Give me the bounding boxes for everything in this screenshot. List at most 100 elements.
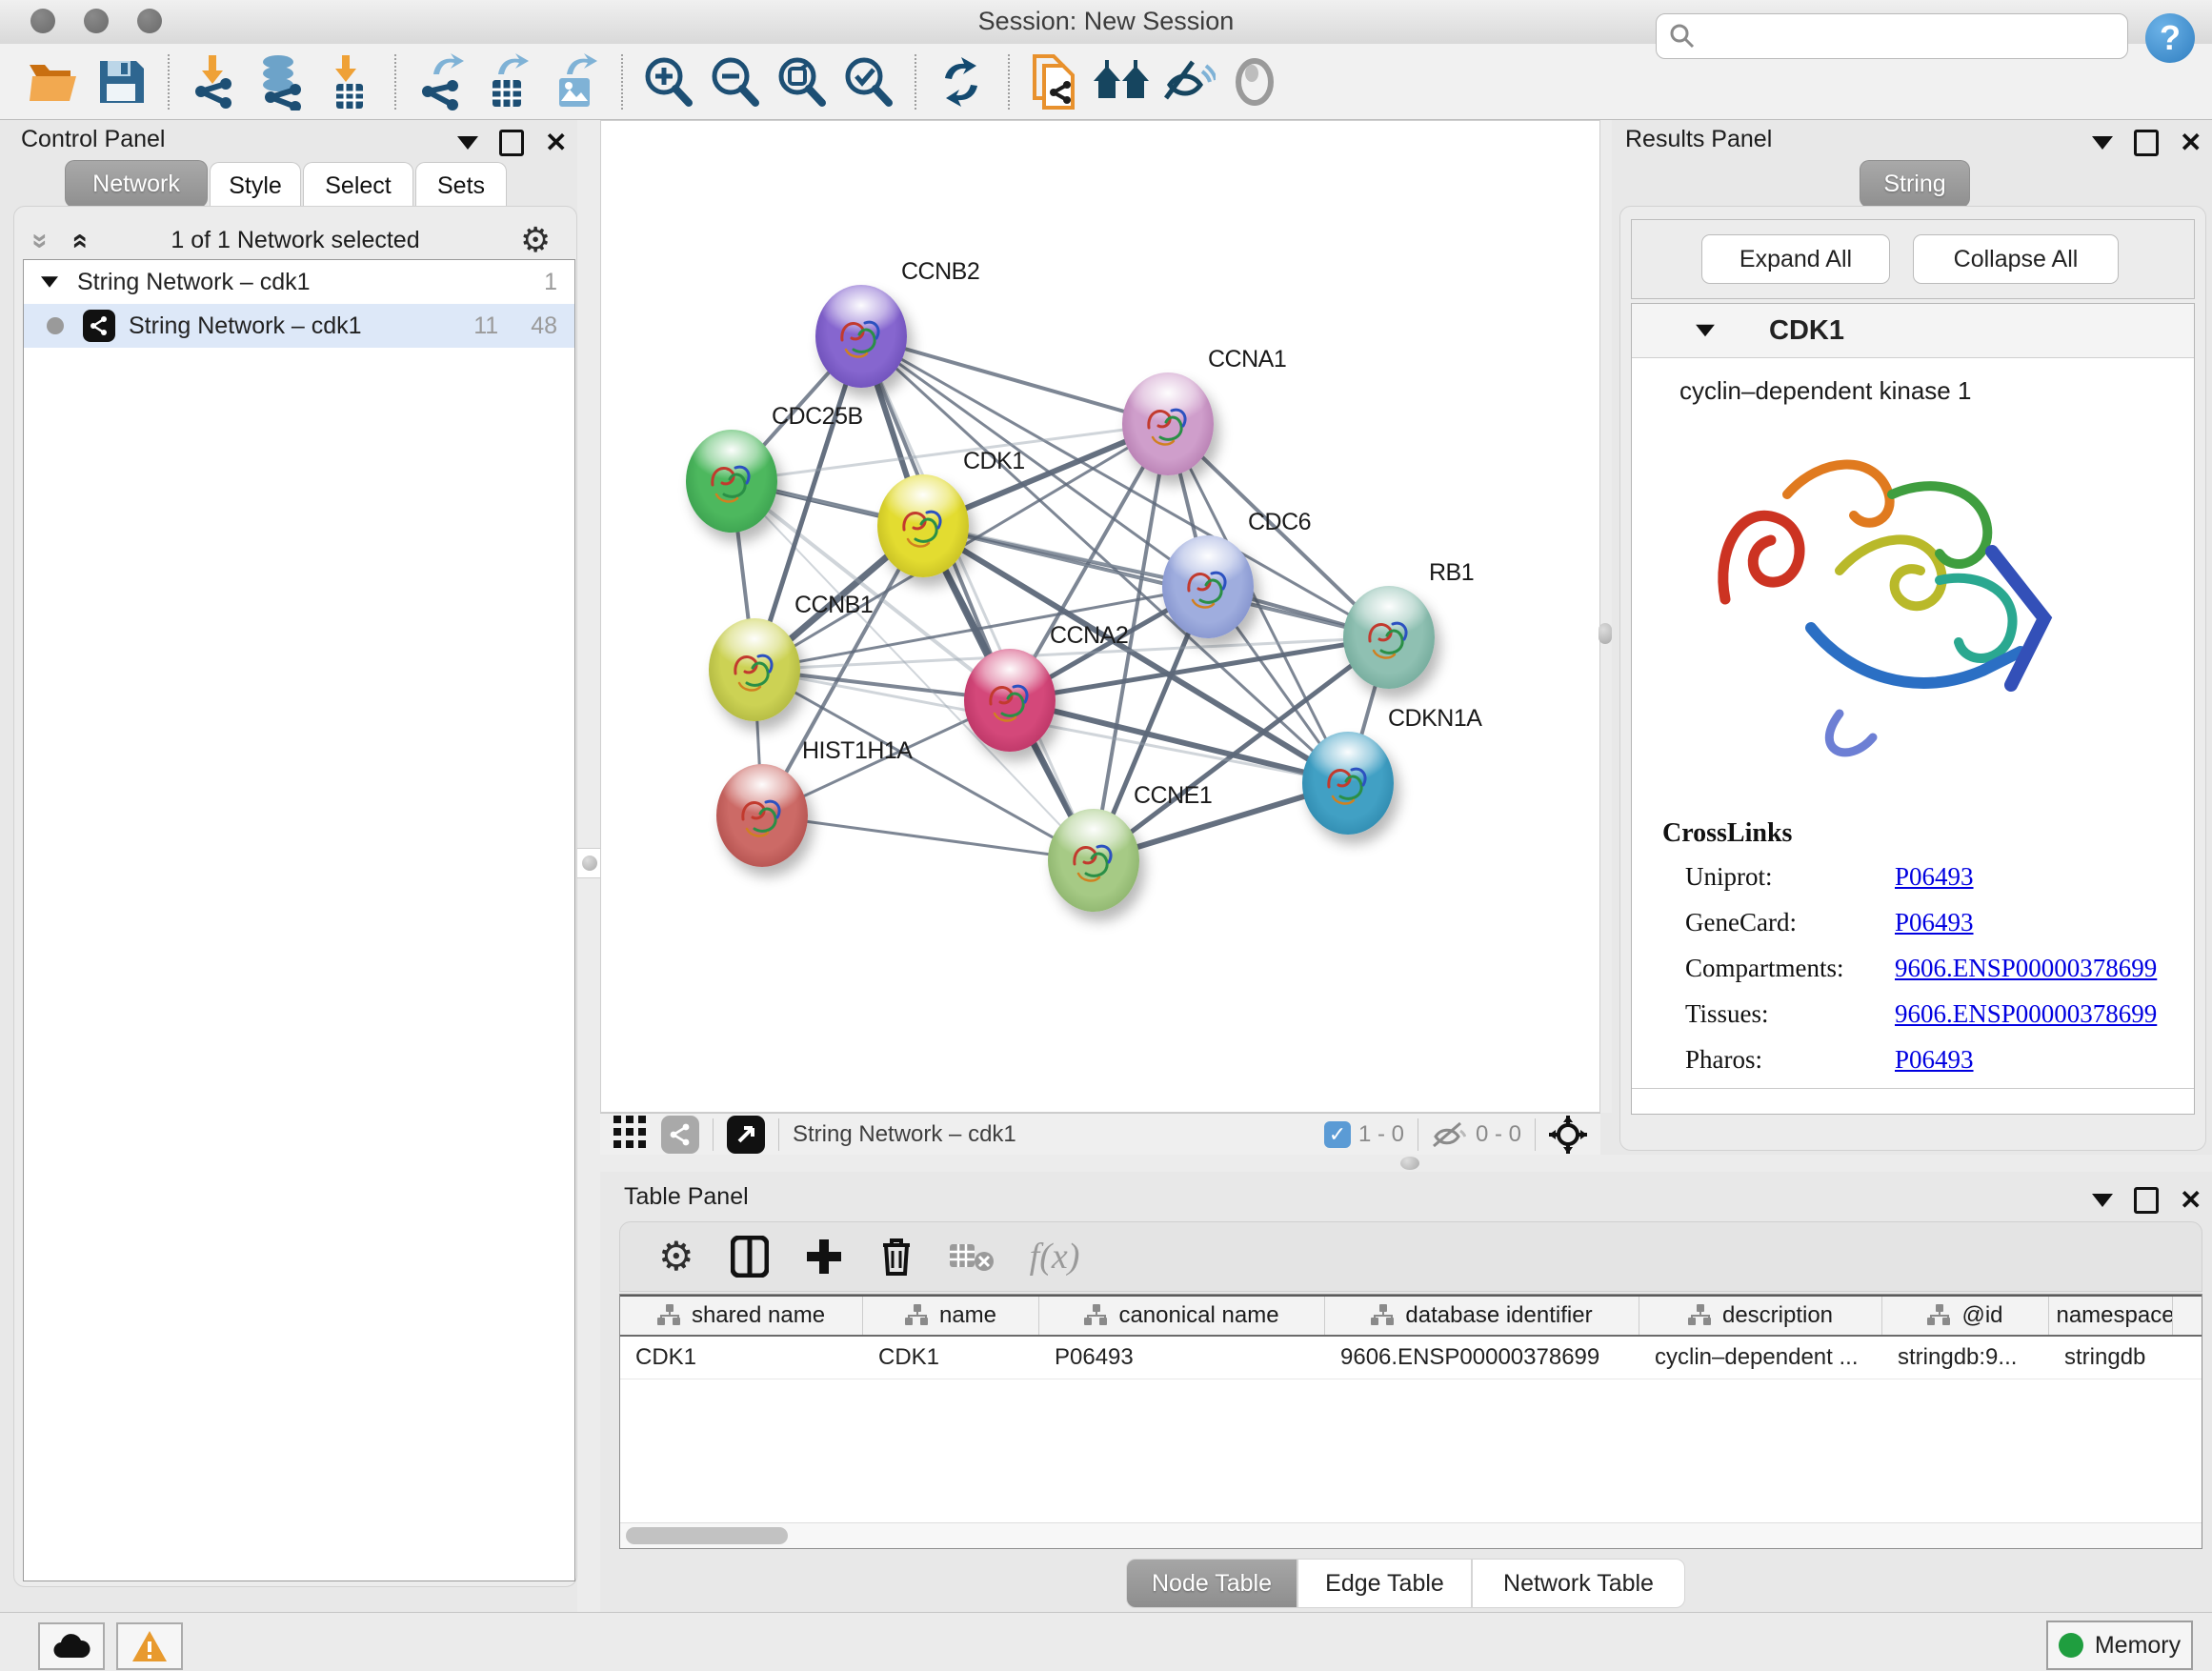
hide-panel-eye-icon[interactable] bbox=[1158, 52, 1217, 111]
graph-node-CCNE1[interactable] bbox=[1048, 809, 1139, 912]
delete-table-icon[interactable] bbox=[950, 1240, 994, 1273]
search-input[interactable] bbox=[1697, 22, 2101, 50]
table-cell[interactable]: 9606.ENSP00000378699 bbox=[1325, 1337, 1639, 1379]
export-network-icon[interactable] bbox=[412, 52, 471, 111]
save-session-icon[interactable] bbox=[91, 52, 151, 111]
network-options-gear-icon[interactable]: ⚙ bbox=[520, 223, 551, 257]
node-table[interactable]: shared namenamecanonical namedatabase id… bbox=[619, 1294, 2202, 1549]
network-view-icon[interactable] bbox=[661, 1116, 699, 1154]
table-cell[interactable]: stringdb:9... bbox=[1882, 1337, 2049, 1379]
left-splitter[interactable] bbox=[577, 120, 600, 1612]
detach-view-icon[interactable] bbox=[727, 1116, 765, 1154]
tab-style[interactable]: Style bbox=[210, 162, 301, 210]
column-header--id[interactable]: @id bbox=[1882, 1297, 2049, 1335]
tab-sets[interactable]: Sets bbox=[415, 162, 507, 210]
panel-float-icon[interactable] bbox=[2134, 130, 2159, 156]
table-cell[interactable]: stringdb bbox=[2049, 1337, 2173, 1379]
delete-column-icon[interactable] bbox=[879, 1236, 914, 1278]
help-icon[interactable]: ? bbox=[2145, 13, 2195, 63]
memory-button[interactable]: Memory bbox=[2046, 1621, 2193, 1670]
warning-button[interactable] bbox=[116, 1622, 183, 1670]
column-header-namespace[interactable]: namespace bbox=[2049, 1297, 2173, 1335]
tab-string[interactable]: String bbox=[1860, 160, 1970, 208]
graph-node-CCNA1[interactable] bbox=[1122, 372, 1214, 475]
birdseye-icon[interactable] bbox=[1549, 1116, 1587, 1154]
graph-node-CDKN1A[interactable] bbox=[1302, 732, 1394, 835]
refresh-icon[interactable] bbox=[932, 52, 991, 111]
graph-node-CCNB2[interactable] bbox=[815, 285, 907, 388]
network-canvas[interactable]: CCNB2CCNA1CDC25BCDK1CDC6RB1CCNB1CCNA2CDK… bbox=[600, 120, 1600, 1113]
table-cell[interactable]: CDK1 bbox=[863, 1337, 1039, 1379]
crosslink-link[interactable]: P06493 bbox=[1895, 908, 1974, 937]
collection-expand-icon[interactable] bbox=[41, 276, 58, 287]
gene-header[interactable]: CDK1 bbox=[1632, 304, 2194, 358]
table-row[interactable]: CDK1CDK1P064939606.ENSP00000378699cyclin… bbox=[620, 1337, 2202, 1379]
horizontal-splitter[interactable] bbox=[600, 1155, 2212, 1172]
import-database-icon[interactable] bbox=[251, 52, 311, 111]
panel-close-icon[interactable]: ✕ bbox=[545, 133, 567, 152]
import-table-icon[interactable] bbox=[318, 52, 377, 111]
zoom-out-icon[interactable] bbox=[705, 52, 764, 111]
crosslink-link[interactable]: P06493 bbox=[1895, 1045, 1974, 1075]
expand-all-networks-icon[interactable]: » bbox=[62, 233, 94, 250]
right-splitter-grip[interactable] bbox=[1599, 623, 1612, 644]
graph-node-RB1[interactable] bbox=[1343, 586, 1435, 689]
graph-node-CDC6[interactable] bbox=[1162, 535, 1254, 638]
add-column-icon[interactable] bbox=[805, 1238, 843, 1276]
crosslink-link[interactable]: 9606.ENSP00000378699 bbox=[1895, 954, 2157, 983]
panel-menu-icon[interactable] bbox=[2092, 136, 2113, 150]
tab-edge-table[interactable]: Edge Table bbox=[1297, 1559, 1472, 1608]
export-image-icon[interactable] bbox=[545, 52, 604, 111]
panel-menu-icon[interactable] bbox=[457, 136, 478, 150]
function-builder-icon[interactable]: f(x) bbox=[1030, 1236, 1080, 1278]
table-cell[interactable]: CDK1 bbox=[620, 1337, 863, 1379]
table-hscrollbar[interactable] bbox=[620, 1522, 2202, 1548]
zoom-in-icon[interactable] bbox=[638, 52, 697, 111]
network-row[interactable]: String Network – cdk1 11 48 bbox=[24, 304, 574, 348]
column-header-shared-name[interactable]: shared name bbox=[620, 1297, 863, 1335]
panel-menu-icon[interactable] bbox=[2092, 1194, 2113, 1207]
collapse-all-button[interactable]: Collapse All bbox=[1913, 234, 2119, 284]
gene-collapse-icon[interactable] bbox=[1696, 325, 1715, 337]
table-settings-gear-icon[interactable]: ⚙ bbox=[658, 1239, 694, 1274]
panel-float-icon[interactable] bbox=[2134, 1187, 2159, 1214]
collapse-all-networks-icon[interactable]: » bbox=[24, 233, 56, 250]
graph-node-CDC25B[interactable] bbox=[686, 430, 777, 533]
column-header-database-identifier[interactable]: database identifier bbox=[1325, 1297, 1639, 1335]
graph-node-CCNA2[interactable] bbox=[964, 649, 1056, 752]
string-home-icon[interactable] bbox=[1092, 52, 1151, 111]
horizontal-splitter-grip[interactable] bbox=[1400, 1157, 1419, 1170]
edge[interactable] bbox=[762, 815, 1094, 860]
column-header-description[interactable]: description bbox=[1639, 1297, 1882, 1335]
graph-node-CCNB1[interactable] bbox=[709, 618, 800, 721]
search-field[interactable] bbox=[1656, 13, 2128, 59]
panel-close-icon[interactable]: ✕ bbox=[2180, 133, 2202, 152]
open-session-icon[interactable] bbox=[25, 52, 84, 111]
right-splitter[interactable] bbox=[1600, 120, 1612, 1113]
cloud-button[interactable] bbox=[38, 1622, 105, 1670]
zoom-selected-icon[interactable] bbox=[838, 52, 897, 111]
selected-nodes-checkbox[interactable]: ✓ bbox=[1324, 1121, 1358, 1148]
show-panel-eye-icon[interactable] bbox=[1225, 52, 1284, 111]
column-header-name[interactable]: name bbox=[863, 1297, 1039, 1335]
panel-float-icon[interactable] bbox=[499, 130, 524, 156]
edge[interactable] bbox=[861, 336, 1094, 860]
tab-node-table[interactable]: Node Table bbox=[1126, 1559, 1297, 1608]
zoom-fit-icon[interactable] bbox=[772, 52, 831, 111]
network-collection-row[interactable]: String Network – cdk1 1 bbox=[24, 260, 574, 304]
import-network-icon[interactable] bbox=[185, 52, 244, 111]
show-columns-icon[interactable] bbox=[731, 1236, 769, 1278]
expand-all-button[interactable]: Expand All bbox=[1701, 234, 1890, 284]
tab-network[interactable]: Network bbox=[65, 160, 208, 208]
crosslink-link[interactable]: P06493 bbox=[1895, 862, 1974, 892]
panel-close-icon[interactable]: ✕ bbox=[2180, 1191, 2202, 1210]
clone-network-icon[interactable] bbox=[1025, 52, 1084, 111]
left-splitter-grip[interactable] bbox=[576, 848, 603, 878]
hscrollbar-thumb[interactable] bbox=[626, 1527, 788, 1544]
grid-view-icon[interactable] bbox=[613, 1116, 646, 1155]
graph-node-HIST1H1A[interactable] bbox=[716, 764, 808, 867]
table-cell[interactable]: cyclin–dependent ... bbox=[1639, 1337, 1882, 1379]
tab-select[interactable]: Select bbox=[303, 162, 413, 210]
table-cell[interactable]: P06493 bbox=[1039, 1337, 1325, 1379]
graph-node-CDK1[interactable] bbox=[877, 474, 969, 577]
